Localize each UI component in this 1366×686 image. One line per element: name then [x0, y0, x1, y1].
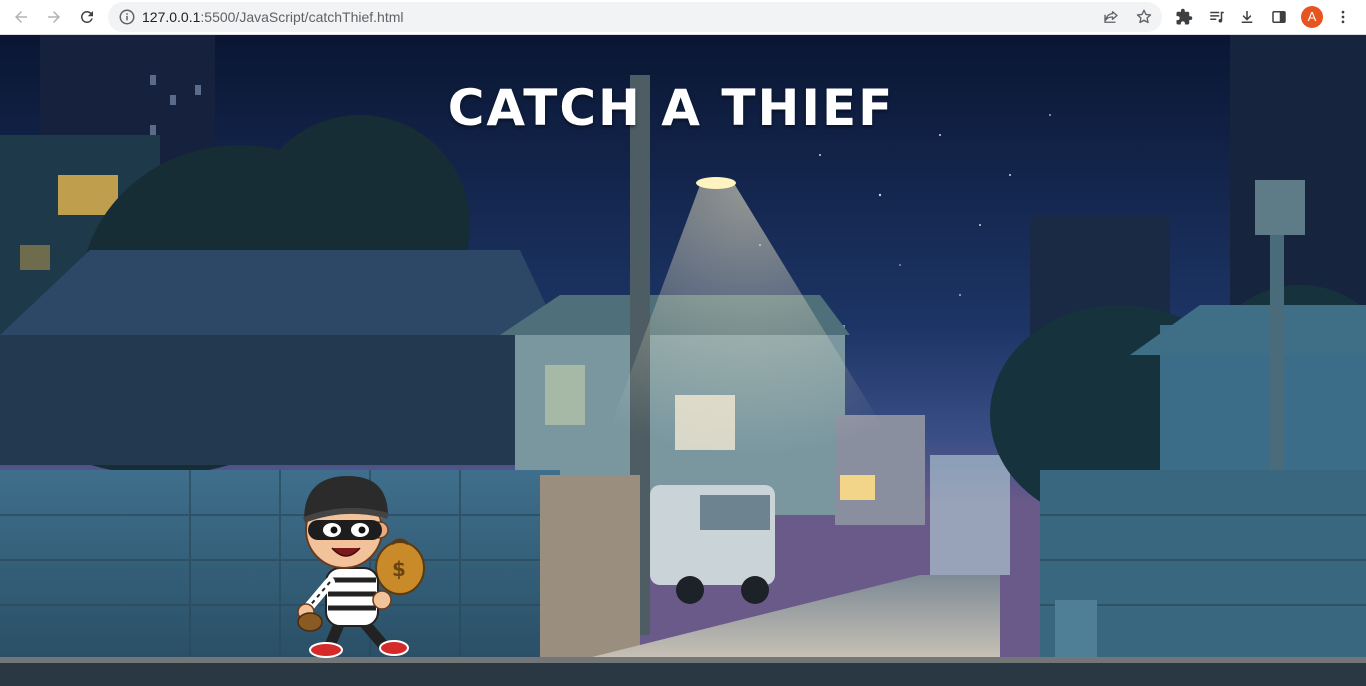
- url-path: :5500/JavaScript/catchThief.html: [200, 9, 404, 25]
- kebab-menu-icon: [1341, 10, 1345, 24]
- arrow-left-icon: [15, 11, 27, 23]
- reload-button[interactable]: [74, 4, 100, 30]
- menu-button[interactable]: [1330, 4, 1356, 30]
- star-icon: [1136, 9, 1152, 24]
- back-button[interactable]: [8, 4, 34, 30]
- info-icon[interactable]: [118, 8, 136, 26]
- playlist-icon: [1210, 11, 1224, 23]
- share-icon: [1104, 11, 1118, 23]
- url-text[interactable]: 127.0.0.1:5500/JavaScript/catchThief.htm…: [142, 8, 404, 26]
- address-bar[interactable]: 127.0.0.1:5500/JavaScript/catchThief.htm…: [108, 2, 1162, 32]
- svg-text:$: $: [392, 557, 406, 581]
- extensions-button[interactable]: [1171, 4, 1197, 30]
- arrow-right-icon: [48, 11, 60, 23]
- url-host: 127.0.0.1: [142, 9, 201, 25]
- forward-button[interactable]: [41, 4, 67, 30]
- reload-icon: [80, 10, 93, 23]
- game-title: CATCH A THIEF: [447, 79, 895, 137]
- browser-toolbar: 127.0.0.1:5500/JavaScript/catchThief.htm…: [0, 0, 1366, 35]
- side-panel-button[interactable]: [1266, 4, 1292, 30]
- download-icon: [1241, 11, 1253, 23]
- game-area[interactable]: CATCH A THIEF $: [0, 35, 1366, 686]
- profile-avatar[interactable]: A: [1301, 6, 1323, 28]
- puzzle-icon: [1176, 8, 1193, 25]
- thief-character[interactable]: $: [282, 472, 430, 658]
- bookmark-button[interactable]: [1134, 7, 1154, 27]
- side-panel-icon: [1272, 11, 1286, 23]
- downloads-button[interactable]: [1234, 4, 1260, 30]
- media-button[interactable]: [1204, 4, 1230, 30]
- share-button[interactable]: [1101, 7, 1121, 27]
